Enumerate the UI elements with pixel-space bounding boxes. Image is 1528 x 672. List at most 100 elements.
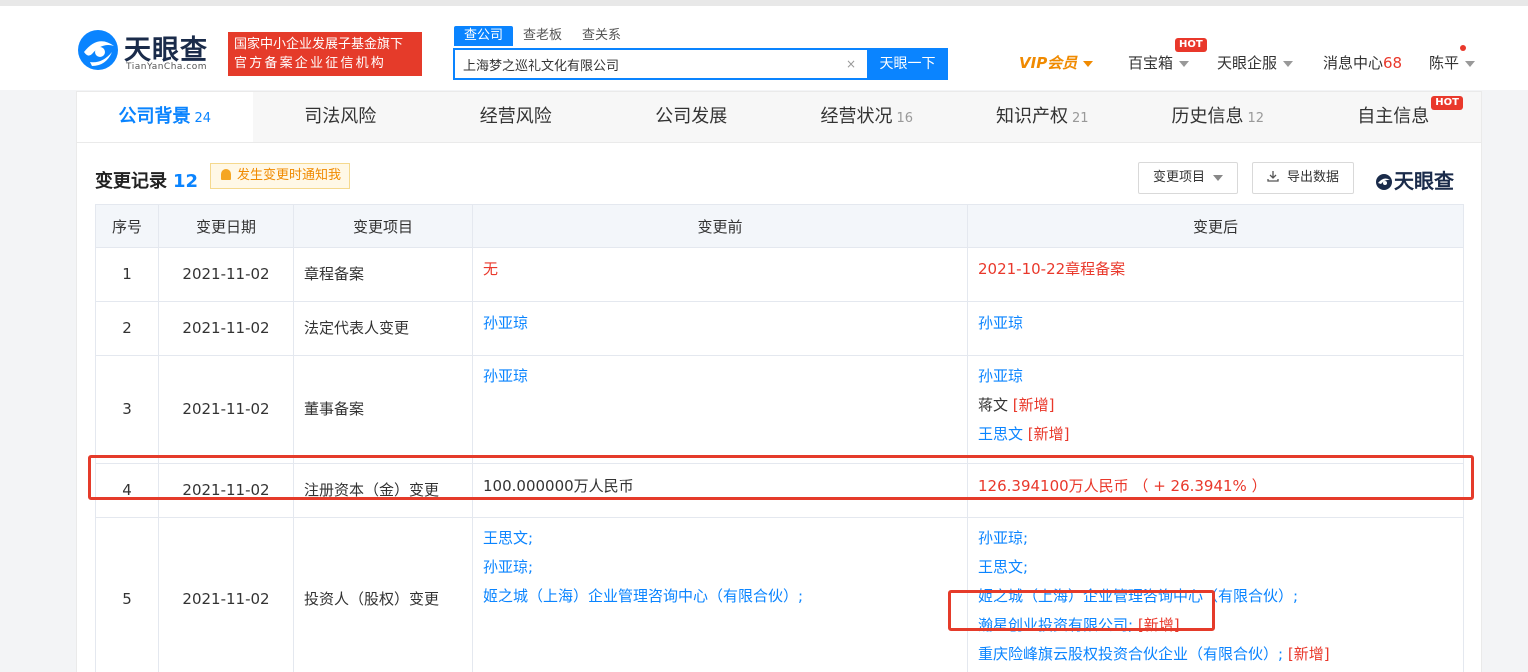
tab-count: 12 (1247, 111, 1265, 126)
section-title: 变更记录 12 (95, 167, 198, 193)
tab-count: 16 (896, 111, 914, 126)
tab-label: 经营风险 (479, 106, 552, 127)
col-header-before: 变更前 (472, 204, 968, 248)
chevron-down-icon (1213, 174, 1224, 181)
message-count: 68 (1383, 54, 1403, 72)
chevron-down-icon (1179, 60, 1190, 67)
tab-label: 司法风险 (304, 106, 377, 127)
added-tag: [新增] (1287, 645, 1330, 663)
search-button[interactable]: 天眼一下 (867, 48, 948, 80)
investor-link[interactable]: 重庆险峰旗云股权投资合伙企业（有限合伙）; (978, 645, 1283, 663)
export-data-button[interactable]: 导出数据 (1252, 162, 1355, 194)
section-title-text: 变更记录 (95, 171, 167, 192)
tab-operating-risk[interactable]: 经营风险 (428, 92, 604, 142)
tab-label: 公司背景 (118, 106, 191, 127)
person-link[interactable]: 孙亚琼 (978, 367, 1023, 385)
table-row: 3 2021-11-02 董事备案 孙亚琼 孙亚琼 蒋文 [新增] 王思文 [新… (95, 355, 1464, 464)
col-header-item: 变更项目 (293, 204, 473, 248)
row-date: 2021-11-02 (158, 355, 294, 464)
section-count: 12 (173, 171, 199, 192)
notification-dot (1460, 45, 1466, 51)
search-tab-boss[interactable]: 查老板 (513, 26, 572, 46)
highlight-row-4 (88, 455, 1474, 500)
tab-label: 公司发展 (655, 106, 728, 127)
row-item: 投资人（股权）变更 (293, 517, 473, 672)
vip-label: VIP会员 (1019, 54, 1078, 72)
change-records-panel: 变更记录 12 发生变更时通知我 变更项目 导出数据 天眼查 序号 变更日期 变更… (76, 143, 1482, 672)
tab-label: 经营状况 (820, 106, 893, 127)
investor-link[interactable]: 孙亚琼; (978, 529, 1028, 547)
tab-label: 自主信息 (1357, 106, 1430, 127)
row-item: 法定代表人变更 (293, 301, 473, 356)
tab-operating-status[interactable]: 经营状况 16 (779, 92, 955, 142)
person-link[interactable]: 孙亚琼 (978, 314, 1023, 332)
col-header-date: 变更日期 (158, 204, 294, 248)
logo-eye-icon (78, 30, 118, 70)
tab-history-info[interactable]: 历史信息 12 (1130, 92, 1306, 142)
message-center[interactable]: 消息中心68 (1323, 52, 1402, 73)
row-index: 1 (95, 247, 159, 302)
change-item-filter[interactable]: 变更项目 (1138, 162, 1239, 194)
download-icon (1267, 171, 1279, 182)
search-tab-relation[interactable]: 查关系 (572, 26, 631, 46)
table-row: 1 2021-11-02 章程备案 无 2021-10-22章程备案 (95, 247, 1464, 302)
table-header-row: 序号 变更日期 变更项目 变更前 变更后 (95, 204, 1464, 248)
notify-label: 发生变更时通知我 (237, 168, 342, 183)
change-records-table: 序号 变更日期 变更项目 变更前 变更后 1 2021-11-02 章程备案 无… (95, 204, 1464, 672)
logo-eye-icon (1376, 174, 1392, 190)
investor-link[interactable]: 王思文; (483, 524, 957, 553)
investor-link[interactable]: 王思文; (978, 558, 1028, 576)
chevron-down-icon (1083, 60, 1094, 67)
tab-label: 历史信息 (1171, 106, 1244, 127)
tab-company-background[interactable]: 公司背景 24 (77, 92, 253, 142)
search-type-tabs: 查公司 查老板 查关系 (454, 26, 631, 46)
chevron-down-icon (1465, 60, 1476, 67)
treasure-menu[interactable]: 百宝箱 (1128, 52, 1190, 73)
clear-icon[interactable]: × (843, 56, 859, 72)
logo-domain: TianYanCha.com (126, 62, 208, 72)
col-header-index: 序号 (95, 204, 159, 248)
row-index: 3 (95, 355, 159, 464)
tab-intellectual-property[interactable]: 知识产权 21 (955, 92, 1131, 142)
person-link[interactable]: 孙亚琼 (483, 314, 528, 332)
added-tag: [新增] (1027, 425, 1070, 443)
row-before: 无 (472, 247, 968, 302)
table-row: 2 2021-11-02 法定代表人变更 孙亚琼 孙亚琼 (95, 301, 1464, 356)
tab-count: 21 (1071, 111, 1089, 126)
bell-icon (221, 169, 231, 180)
investor-link[interactable]: 姬之城（上海）企业管理咨询中心（有限合伙）; (483, 582, 957, 611)
tab-self-info[interactable]: 自主信息 HOT (1306, 92, 1482, 142)
investor-link[interactable]: 孙亚琼; (483, 553, 957, 582)
row-index: 5 (95, 517, 159, 672)
person-link[interactable]: 孙亚琼 (483, 362, 957, 391)
notify-on-change-button[interactable]: 发生变更时通知我 (210, 163, 351, 189)
tab-count: 24 (194, 111, 212, 126)
row-item: 董事备案 (293, 355, 473, 464)
hot-badge: HOT (1175, 38, 1207, 52)
user-name: 陈平 (1429, 54, 1460, 72)
vip-menu[interactable]: VIP会员 (1019, 52, 1094, 73)
enterprise-menu[interactable]: 天眼企服 (1217, 52, 1294, 73)
row-index: 2 (95, 301, 159, 356)
hot-badge: HOT (1431, 96, 1463, 110)
badge-line-1: 国家中小企业发展子基金旗下 (234, 37, 404, 52)
site-logo[interactable]: 天眼查 TianYanCha.com (76, 26, 226, 76)
brand-text: 天眼查 (1394, 169, 1454, 193)
row-item: 章程备案 (293, 247, 473, 302)
row-after: 2021-10-22章程备案 (967, 247, 1464, 302)
table-row: 5 2021-11-02 投资人（股权）变更 王思文; 孙亚琼; 姬之城（上海）… (95, 517, 1464, 672)
row-date: 2021-11-02 (158, 301, 294, 356)
treasure-label: 百宝箱 (1128, 54, 1174, 72)
official-badge: 国家中小企业发展子基金旗下 官方备案企业征信机构 (228, 32, 422, 76)
chevron-down-icon (1283, 60, 1294, 67)
row-date: 2021-11-02 (158, 247, 294, 302)
tab-company-development[interactable]: 公司发展 (604, 92, 780, 142)
top-header: 天眼查 TianYanCha.com 国家中小企业发展子基金旗下 官方备案企业征… (0, 0, 1528, 90)
tab-label: 知识产权 (995, 106, 1068, 127)
user-menu[interactable]: 陈平 (1429, 52, 1476, 73)
badge-line-2: 官方备案企业征信机构 (234, 56, 387, 71)
search-input[interactable] (455, 50, 835, 78)
search-tab-company[interactable]: 查公司 (454, 26, 514, 46)
person-link[interactable]: 王思文 (978, 425, 1023, 443)
tab-judicial-risk[interactable]: 司法风险 (253, 92, 429, 142)
